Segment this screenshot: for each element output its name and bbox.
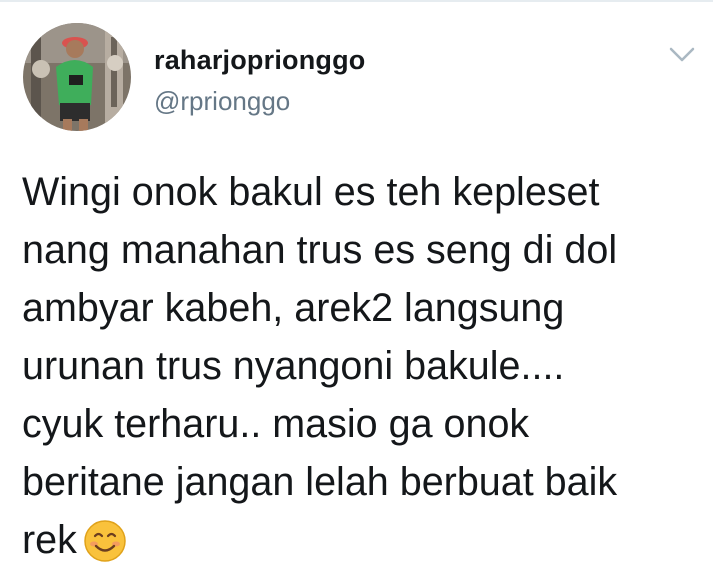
tweet-text-line: Wingi onok bakul es teh kepleset — [22, 170, 600, 214]
tweet-text-line: nang manahan trus es seng di dol — [22, 228, 618, 272]
tweet-text-line: cyuk terharu.. masio ga onok — [22, 402, 530, 446]
tweet-text-last-line: rek — [22, 511, 702, 569]
tweet-card: raharjoprionggo @rprionggo Wingi onok ba… — [0, 0, 713, 566]
author-avatar[interactable] — [23, 23, 131, 131]
tweet-text-line: urunan trus nyangoni bakule.... — [22, 344, 565, 388]
author-handle[interactable]: @rprionggo — [154, 86, 290, 117]
avatar-photo — [23, 23, 131, 131]
tweet-text-line: beritane jangan lelah berbuat baik — [22, 460, 618, 504]
author-display-name[interactable]: raharjoprionggo — [154, 45, 366, 76]
tweet-text-line: ambyar kabeh, arek2 langsung — [22, 286, 565, 330]
tweet-text-line: rek — [22, 518, 77, 562]
chevron-down-icon[interactable] — [668, 45, 696, 65]
tweet-text: Wingi onok bakul es teh kepleset nang ma… — [22, 163, 702, 569]
smiling-face-emoji-icon — [83, 519, 127, 563]
